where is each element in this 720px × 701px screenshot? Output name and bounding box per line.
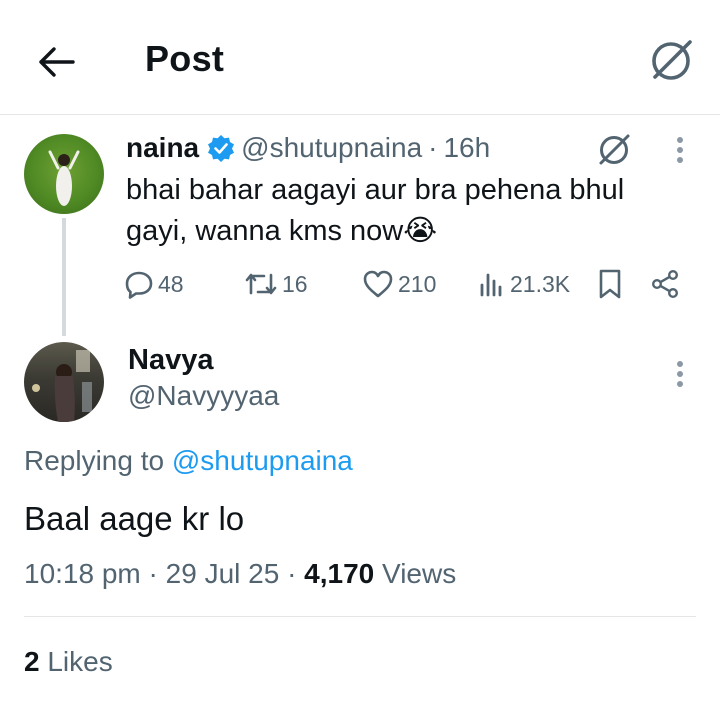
verified-badge-icon [207, 134, 235, 162]
post-text: bhai bahar aagayi aur bra pehena bhul ga… [126, 174, 625, 247]
reply-views-count: 4,170 [304, 558, 375, 589]
repost-icon [245, 273, 277, 295]
views-count: 21.3K [510, 270, 571, 297]
avatar[interactable] [24, 134, 104, 214]
replying-to: Replying to @shutupnaina [24, 445, 353, 477]
reply-views-label: Views [382, 558, 457, 589]
reply-text: Baal aage kr lo [24, 500, 245, 537]
grok-icon[interactable] [594, 130, 634, 170]
reply-count: 48 [158, 270, 184, 297]
reply-author-handle[interactable]: @Navyyyaa [128, 380, 279, 412]
reply-date: 29 Jul 25 [165, 558, 280, 589]
thread-line [62, 218, 66, 336]
author-handle[interactable]: @shutupnaina [241, 132, 422, 164]
divider [24, 616, 696, 617]
views-icon [480, 273, 502, 297]
bookmark-button[interactable] [597, 266, 623, 302]
like-count: 210 [398, 270, 437, 297]
page-title: Post [145, 38, 225, 79]
reply-time: 10:18 pm [24, 558, 141, 589]
replying-to-link[interactable]: @shutupnaina [172, 445, 353, 476]
top-bar: Post [0, 0, 720, 115]
reply-icon [125, 271, 153, 299]
post-metadata: 10:18 pm · 29 Jul 25 · 4,170 Views [24, 558, 457, 589]
more-options-icon[interactable] [666, 134, 694, 166]
more-options-icon[interactable] [666, 358, 694, 390]
share-icon [652, 270, 679, 299]
back-arrow-icon[interactable] [36, 42, 76, 82]
author-name[interactable]: naina [126, 132, 199, 164]
separator: · [428, 132, 438, 163]
grok-icon[interactable] [646, 36, 696, 86]
like-button[interactable]: 210 [362, 266, 436, 302]
heart-icon [363, 270, 393, 298]
likes-count: 2 [24, 646, 40, 677]
share-button[interactable] [650, 266, 680, 302]
reply-button[interactable]: 48 [124, 266, 184, 302]
reply-author-name[interactable]: Navya [128, 344, 213, 377]
post-header: naina @shutupnaina · 16h [126, 132, 490, 164]
replying-prefix: Replying to [24, 445, 165, 476]
likes-summary[interactable]: 2 Likes [24, 646, 113, 678]
repost-button[interactable]: 16 [244, 266, 308, 302]
bookmark-icon [599, 269, 621, 299]
views-button[interactable]: 21.3K [478, 266, 570, 302]
avatar[interactable] [24, 342, 104, 422]
post-time: 16h [443, 132, 491, 163]
repost-count: 16 [282, 270, 308, 297]
likes-label: Likes [47, 646, 113, 677]
